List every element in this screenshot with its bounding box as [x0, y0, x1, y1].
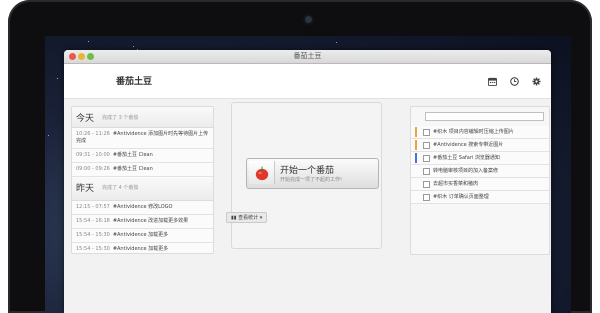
task-checkbox[interactable]: [423, 129, 430, 136]
task-checkbox[interactable]: [423, 181, 430, 188]
chevron-down-icon: ▾: [259, 215, 263, 221]
titlebar: 番茄土豆: [64, 50, 551, 64]
clock-icon: [509, 76, 519, 86]
history-text: #番茄土豆 Clean: [112, 152, 153, 158]
today-header: 今天 完成了 3 个番茄: [72, 107, 213, 128]
history-time: 15:54 - 15:30: [76, 232, 110, 238]
yesterday-header: 昨天 完成了 4 个番茄: [72, 177, 213, 201]
calendar-icon: [487, 77, 497, 86]
tomato-badge: [249, 161, 275, 184]
history-button[interactable]: [507, 74, 521, 88]
star: [88, 41, 89, 42]
history-time: 15:54 - 15:30: [76, 246, 110, 252]
history-time: 09:31 - 10:00: [76, 152, 110, 158]
task-color-tag: [415, 140, 417, 150]
app-name: 番茄土豆: [116, 77, 153, 87]
window-title: 番茄土豆: [293, 52, 322, 60]
app-window: 番茄土豆 番茄土豆 今天 完成了 3 个番茄 10:26 - 11:26 #An…: [64, 50, 551, 313]
laptop-bezel: 番茄土豆 番茄土豆 今天 完成了 3 个番茄 10:26 - 11:26 #An…: [8, 0, 592, 313]
task-text: 转电脑审核项目的加入备案修: [433, 168, 499, 174]
main-area: 今天 完成了 3 个番茄 10:26 - 11:26 #Antividence 添…: [64, 98, 551, 313]
history-row[interactable]: 15:54 - 15:30 #Antividence 加载更多: [72, 229, 213, 243]
history-text: #番茄土豆 Clean: [112, 166, 153, 172]
task-checkbox[interactable]: [423, 168, 430, 175]
task-item[interactable]: 去超市买香菜和猪肉: [411, 178, 549, 191]
history-text: #Antividence 加载更多: [112, 232, 169, 238]
history-row[interactable]: 12:15 - 07:57 #Antividence 修改LOGO: [72, 201, 213, 215]
task-item[interactable]: #织木 订单确认页面整理: [411, 191, 549, 204]
task-text: #织木 订单确认页面整理: [433, 194, 489, 200]
star: [133, 46, 134, 47]
task-text: 去超市买香菜和猪肉: [433, 181, 479, 187]
app-header: 番茄土豆: [64, 64, 551, 99]
task-list: #织木 项目内容编辑时压缩上传图片 #Antividence 搜索专带近图片 #番茄…: [411, 126, 549, 204]
task-checkbox[interactable]: [423, 142, 430, 149]
history-row[interactable]: 09:00 - 09:26 #番茄土豆 Clean: [72, 163, 213, 177]
task-item[interactable]: #番茄土豆 Safari 浏览器通知: [411, 152, 549, 165]
history-text: #Antividence 改进加载更多效果: [112, 218, 189, 224]
star: [336, 42, 337, 43]
timer-panel: 开始一个番茄 开始完成一项了不起的工作!: [231, 102, 382, 249]
task-color-tag: [415, 153, 417, 163]
history-time: 15:54 - 16:18: [76, 218, 110, 224]
yesterday-title: 昨天: [76, 184, 95, 194]
chart-icon: ▮▮: [231, 215, 237, 221]
today-title: 今天: [76, 114, 95, 124]
history-time: 12:15 - 07:57: [76, 204, 110, 210]
calendar-button[interactable]: [485, 74, 499, 88]
task-text: #Antividence 搜索专带近图片: [433, 142, 504, 148]
task-item[interactable]: #Antividence 搜索专带近图片: [411, 139, 549, 152]
start-label: 开始一个番茄: [280, 166, 335, 176]
history-time: 10:26 - 11:26: [76, 131, 110, 137]
start-sublabel: 开始完成一项了不起的工作!: [280, 177, 343, 183]
task-text: #织木 项目内容编辑时压缩上传图片: [433, 129, 514, 135]
task-item[interactable]: #织木 项目内容编辑时压缩上传图片: [411, 126, 549, 139]
history-row[interactable]: 15:54 - 15:30 #Antividence 加载更多: [72, 243, 213, 253]
camera: [305, 16, 312, 23]
yesterday-subtitle: 完成了 4 个番茄: [102, 185, 139, 191]
today-subtitle: 完成了 3 个番茄: [102, 115, 139, 121]
start-pomodoro-button[interactable]: 开始一个番茄 开始完成一项了不起的工作!: [246, 158, 379, 189]
task-color-tag: [415, 127, 417, 137]
star: [57, 78, 58, 79]
history-row[interactable]: 10:26 - 11:26 #Antividence 添加图片时先等待图片上传完成: [72, 128, 213, 149]
star: [48, 135, 49, 136]
tomato-icon: [255, 166, 268, 180]
history-row[interactable]: 09:31 - 10:00 #番茄土豆 Clean: [72, 149, 213, 163]
history-row[interactable]: 15:54 - 16:18 #Antividence 改进加载更多效果: [72, 215, 213, 229]
task-item[interactable]: 转电脑审核项目的加入备案修: [411, 165, 549, 178]
new-task-input[interactable]: [425, 112, 544, 121]
gear-icon: [531, 76, 541, 86]
view-stats-label: 查看统计: [238, 215, 259, 221]
view-stats-button[interactable]: ▮▮ 查看统计 ▾: [226, 212, 268, 223]
desktop: 番茄土豆 番茄土豆 今天 完成了 3 个番茄 10:26 - 11:26 #An…: [45, 36, 571, 313]
task-checkbox[interactable]: [423, 194, 430, 201]
task-text: #番茄土豆 Safari 浏览器通知: [433, 155, 500, 161]
history-panel: 今天 完成了 3 个番茄 10:26 - 11:26 #Antividence 添…: [71, 106, 214, 254]
task-checkbox[interactable]: [423, 155, 430, 162]
settings-button[interactable]: [529, 74, 543, 88]
task-panel: #织木 项目内容编辑时压缩上传图片 #Antividence 搜索专带近图片 #番茄…: [410, 106, 550, 255]
history-text: #Antividence 修改LOGO: [112, 204, 173, 210]
history-text: #Antividence 加载更多: [112, 246, 169, 252]
history-time: 09:00 - 09:26: [76, 166, 110, 172]
